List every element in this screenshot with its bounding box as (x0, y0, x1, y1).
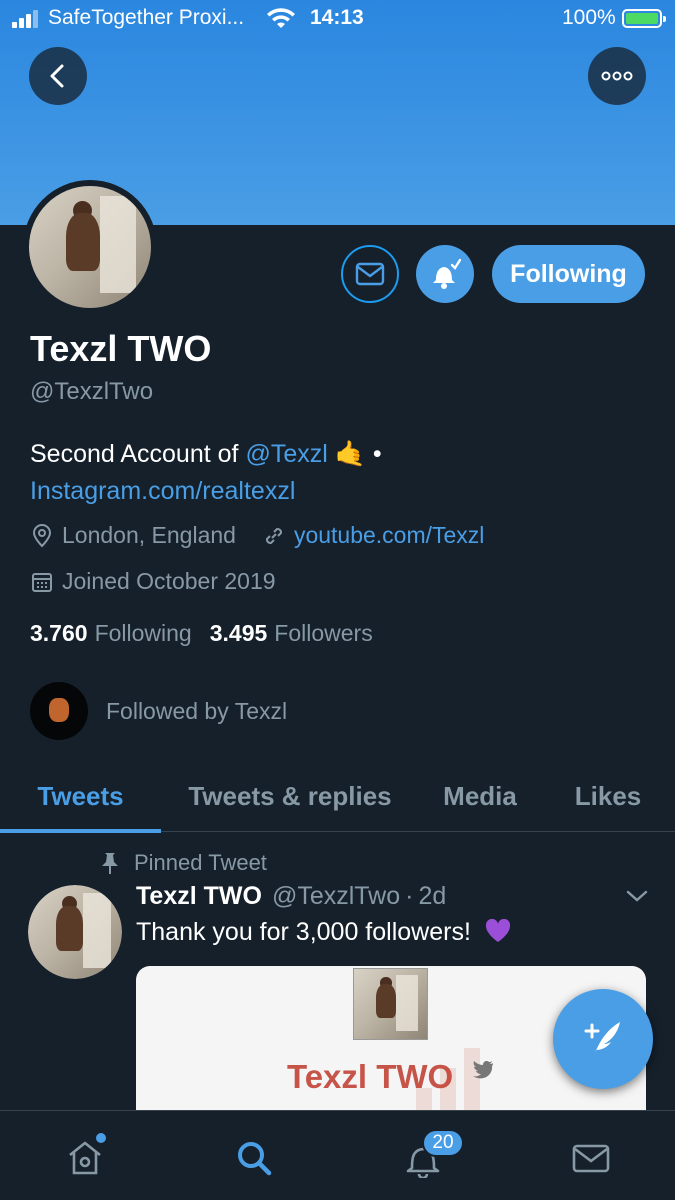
tweet-header: Texzl TWO @TexzlTwo · 2d (136, 882, 446, 911)
mail-icon (355, 262, 385, 286)
more-options-button[interactable] (588, 47, 646, 105)
battery-icon (622, 9, 666, 28)
follower-avatar (30, 682, 88, 740)
nav-messages[interactable] (566, 1133, 616, 1183)
status-bar: SafeTogether Proxi... 14:13 100% (0, 0, 675, 38)
following-count: 3.760 (30, 620, 88, 646)
more-icon (601, 71, 633, 81)
bio-instagram-link[interactable]: Instagram.com/realtexzl (30, 477, 295, 505)
tweet-time: 2d (418, 882, 447, 910)
location-text: London, England (62, 522, 236, 548)
following-button[interactable]: Following (492, 245, 645, 303)
pinned-tweet-label: Pinned Tweet (100, 850, 267, 876)
bio-emoji: 🤙 (334, 440, 366, 468)
calendar-icon (32, 572, 52, 592)
tweet-text-content: Thank you for 3,000 followers! (136, 918, 471, 946)
tab-tweets-and-replies[interactable]: Tweets & replies (161, 760, 419, 832)
card-title: Texzl TWO (287, 1058, 454, 1095)
messages-icon (572, 1144, 610, 1173)
followed-by-text: Followed by Texzl (106, 697, 288, 724)
profile-avatar[interactable] (23, 180, 157, 314)
nav-notifications[interactable]: 20 (398, 1129, 464, 1183)
card-thumbnail (353, 968, 428, 1040)
message-button[interactable] (341, 245, 399, 303)
tweet-author-handle: @TexzlTwo (271, 882, 401, 910)
profile-tabs: Tweets Tweets & replies Media Likes (0, 760, 675, 833)
followers-count: 3.495 (209, 620, 268, 646)
chevron-down-icon[interactable] (625, 888, 649, 904)
search-icon (238, 1142, 272, 1176)
pinned-label-text: Pinned Tweet (134, 850, 267, 875)
tweet-author-avatar[interactable] (28, 885, 122, 979)
purple-heart-icon (485, 918, 510, 942)
back-button[interactable] (29, 47, 87, 105)
followed-by-row[interactable]: Followed by Texzl (30, 682, 287, 740)
tab-tweets[interactable]: Tweets (0, 760, 161, 833)
follow-stats: 3.760 Following 3.495 Followers (30, 620, 373, 647)
location-icon (32, 523, 52, 547)
tweet-separator: · (405, 882, 414, 910)
following-stat[interactable]: 3.760 Following (30, 620, 192, 647)
tab-likes[interactable]: Likes (541, 760, 675, 832)
home-icon (69, 1141, 101, 1175)
tweet-text: Thank you for 3,000 followers! (136, 918, 512, 947)
battery-percentage: 100% (562, 6, 616, 29)
bio-text: Second Account of (30, 440, 246, 468)
following-label: Following (94, 620, 192, 646)
profile-meta-location: London, England youtube.com/Texzl (30, 522, 484, 549)
tab-media[interactable]: Media (419, 760, 541, 832)
followers-stat[interactable]: 3.495 Followers (210, 620, 373, 647)
profile-name: Texzl TWO (30, 328, 212, 369)
carrier-name: SafeTogether Proxi... (48, 6, 245, 29)
twitter-bird-icon (473, 1061, 493, 1079)
compose-tweet-button[interactable] (553, 989, 653, 1089)
notifications-toggle-button[interactable] (416, 245, 474, 303)
nav-home[interactable] (60, 1133, 110, 1183)
home-unread-dot (96, 1133, 106, 1143)
signal-icon (12, 10, 42, 28)
pin-icon (102, 853, 118, 874)
compose-icon (584, 1022, 620, 1056)
notification-count-badge: 20 (422, 1129, 464, 1157)
profile-meta-joined: Joined October 2019 (30, 568, 276, 595)
nav-search[interactable] (229, 1133, 279, 1183)
bio-separator: • (365, 440, 382, 468)
bio-mention-link[interactable]: @Texzl (245, 440, 327, 468)
profile-handle: @TexzlTwo (30, 378, 154, 405)
website-link[interactable]: youtube.com/Texzl (294, 522, 484, 549)
profile-bio: Second Account of @Texzl 🤙 • Instagram.c… (30, 436, 650, 510)
wifi-icon (267, 8, 295, 28)
joined-text: Joined October 2019 (62, 568, 276, 594)
back-arrow-icon (50, 64, 64, 88)
followers-label: Followers (274, 620, 373, 646)
tweet-author-name[interactable]: Texzl TWO (136, 882, 262, 911)
clock: 14:13 (310, 6, 364, 29)
link-icon (265, 527, 282, 544)
bell-icon (433, 258, 462, 289)
bottom-navigation: 20 (0, 1110, 675, 1200)
